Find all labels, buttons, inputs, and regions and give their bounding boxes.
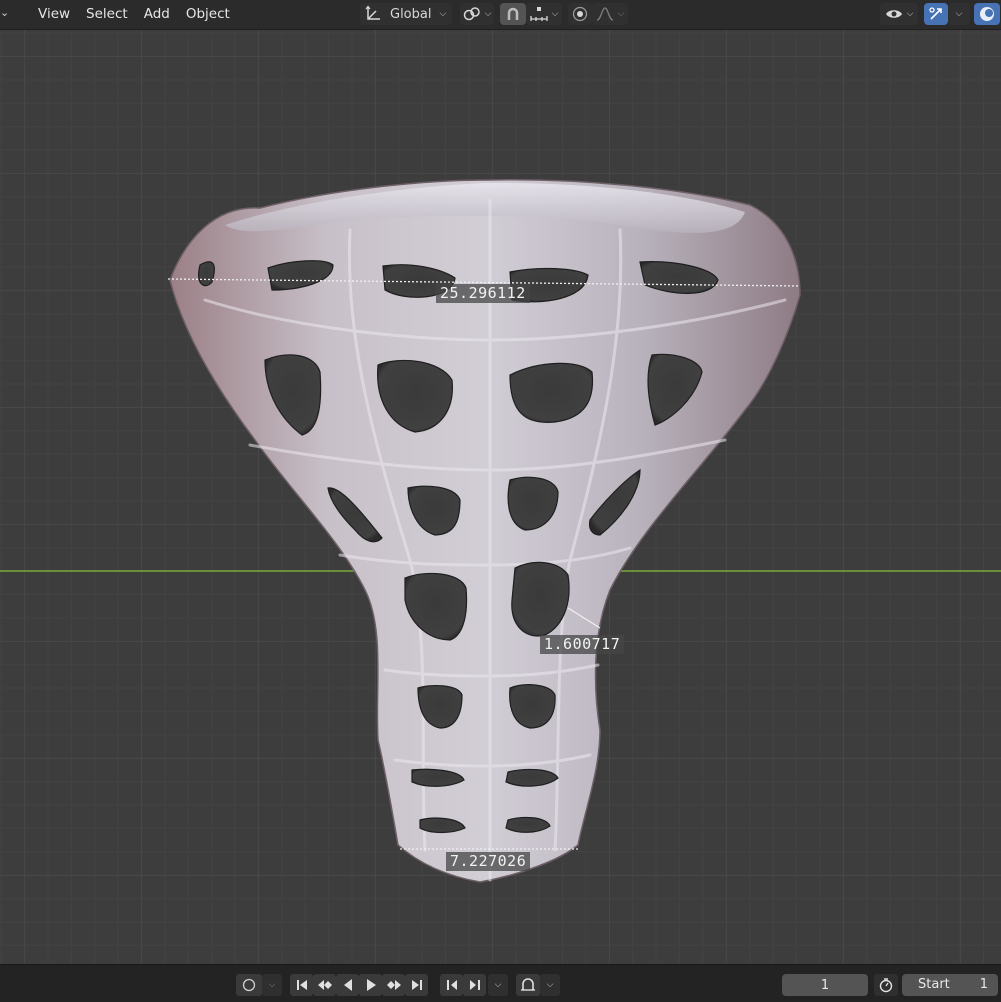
next-marker-icon bbox=[469, 980, 480, 990]
snap-toggle[interactable] bbox=[500, 3, 526, 25]
jump-start-button[interactable] bbox=[290, 974, 313, 996]
overlay-icon bbox=[980, 7, 994, 21]
orientation-label: Global bbox=[390, 6, 432, 22]
lattice-mesh-model[interactable] bbox=[0, 30, 1001, 964]
chevron-down-icon[interactable]: ⌄ bbox=[0, 6, 9, 19]
start-value: 1 bbox=[979, 977, 988, 992]
jump-start-icon bbox=[296, 980, 307, 990]
prev-marker-icon bbox=[446, 980, 457, 990]
eye-icon bbox=[885, 10, 902, 18]
start-frame-field[interactable]: Start 1 bbox=[902, 974, 998, 996]
link-icon bbox=[463, 7, 480, 21]
prev-keyframe-button[interactable] bbox=[313, 974, 336, 996]
falloff-curve-icon bbox=[596, 7, 613, 21]
keying-set-dropdown[interactable]: ⌵ bbox=[540, 974, 560, 996]
pivot-point-dropdown[interactable]: ⌵ bbox=[460, 3, 494, 25]
chevron-down-icon: ⌵ bbox=[551, 9, 559, 19]
play-button[interactable] bbox=[359, 974, 382, 996]
start-label: Start bbox=[918, 977, 950, 992]
next-keyframe-icon bbox=[386, 980, 401, 990]
chevron-down-icon: ⌵ bbox=[617, 9, 625, 19]
playback-dropdown[interactable]: ⌵ bbox=[488, 974, 508, 996]
viewport-header: ⌄ View Select Add Object Global ⌵ ⌵ ⌵ ⌵ … bbox=[0, 0, 1001, 30]
chevron-down-icon: ⌵ bbox=[955, 9, 963, 19]
transform-orientation-dropdown[interactable]: Global ⌵ bbox=[360, 3, 452, 25]
gizmo-icon bbox=[929, 7, 942, 20]
measure-label-thickness[interactable]: 1.600717 bbox=[540, 635, 625, 654]
play-reverse-button[interactable] bbox=[336, 974, 359, 996]
proportional-edit-icon bbox=[572, 6, 588, 22]
current-frame-field[interactable]: 1 bbox=[782, 974, 868, 996]
keying-icon bbox=[521, 978, 535, 991]
keying-dropdown[interactable]: ⌵ bbox=[262, 974, 282, 996]
menu-add[interactable]: Add bbox=[136, 6, 178, 22]
use-preview-range-toggle[interactable] bbox=[874, 974, 898, 996]
stopwatch-icon bbox=[879, 978, 893, 993]
snap-target-dropdown[interactable]: ⌵ bbox=[526, 3, 562, 25]
falloff-dropdown[interactable]: ⌵ bbox=[592, 3, 628, 25]
header-menu: View Select Add Object bbox=[30, 6, 238, 22]
jump-end-button[interactable] bbox=[405, 974, 428, 996]
timeline-bar: ⌵ ⌵ ⌵ 1 Start 1 bbox=[0, 964, 1001, 1002]
record-icon bbox=[242, 978, 256, 992]
3d-viewport[interactable]: 25.296112 1.600717 7.227026 bbox=[0, 30, 1001, 964]
prev-marker-button[interactable] bbox=[440, 974, 463, 996]
play-icon bbox=[366, 979, 376, 991]
keying-set-button[interactable] bbox=[516, 974, 540, 996]
gizmo-toggle[interactable] bbox=[924, 3, 948, 25]
proportional-edit-toggle[interactable] bbox=[568, 3, 592, 25]
magnet-icon bbox=[507, 7, 519, 20]
menu-object[interactable]: Object bbox=[178, 6, 238, 22]
jump-end-icon bbox=[411, 980, 422, 990]
play-reverse-icon bbox=[343, 979, 352, 991]
menu-select[interactable]: Select bbox=[78, 6, 136, 22]
menu-view[interactable]: View bbox=[30, 6, 78, 22]
auto-keying-toggle[interactable] bbox=[236, 974, 262, 996]
prev-keyframe-icon bbox=[317, 980, 332, 990]
chevron-down-icon: ⌵ bbox=[494, 980, 502, 990]
measure-label-bottom[interactable]: 7.227026 bbox=[446, 852, 531, 871]
axis-gizmo-icon bbox=[365, 5, 380, 20]
gizmo-dropdown[interactable]: ⌵ bbox=[948, 3, 970, 25]
chevron-down-icon: ⌵ bbox=[484, 9, 492, 19]
measure-label-top[interactable]: 25.296112 bbox=[436, 284, 530, 303]
snap-increment-icon bbox=[529, 7, 548, 21]
chevron-down-icon: ⌵ bbox=[268, 980, 276, 990]
chevron-down-icon: ⌵ bbox=[546, 980, 554, 990]
visibility-dropdown[interactable]: ⌵ bbox=[880, 3, 918, 25]
overlay-toggle[interactable] bbox=[974, 3, 1000, 25]
chevron-down-icon: ⌵ bbox=[906, 9, 914, 19]
chevron-down-icon: ⌵ bbox=[439, 9, 447, 19]
next-marker-button[interactable] bbox=[463, 974, 486, 996]
next-keyframe-button[interactable] bbox=[382, 974, 405, 996]
